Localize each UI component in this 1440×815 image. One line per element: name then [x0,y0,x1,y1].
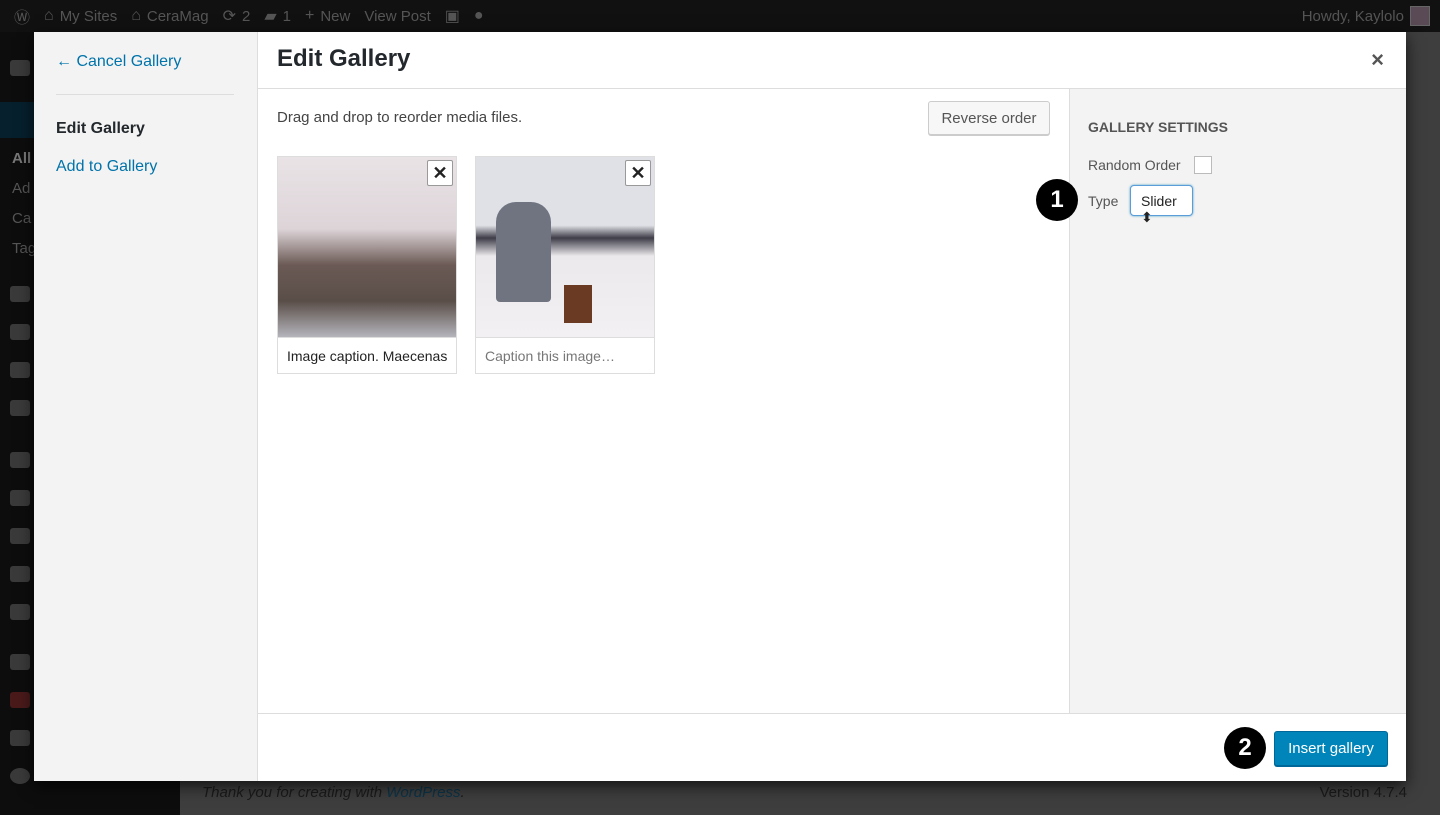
site-name-menu[interactable]: ⌂ CeraMag [131,7,208,25]
gallery-settings-heading: GALLERY SETTINGS [1088,119,1229,135]
close-icon[interactable]: × [1371,47,1384,73]
remove-icon[interactable]: ✕ [427,160,453,186]
footer-thanks: Thank you for creating with [202,784,387,801]
updates-menu[interactable]: ⟳ 2 [223,6,251,26]
comments-icon: ▰ [264,8,277,25]
menu-separator [56,94,234,95]
gallery-attachment[interactable]: Image caption. Maecenas ✕ [277,156,457,374]
menu-item-add-to-gallery[interactable]: Add to Gallery [56,158,157,176]
view-post-link[interactable]: View Post [364,8,430,25]
status-dot-icon[interactable]: ● [474,7,484,25]
media-icon[interactable] [10,286,30,302]
reorder-hint: Drag and drop to reorder media files. [277,109,523,126]
page-title: Edit Gallery [277,45,411,72]
footer-period: . [460,784,465,801]
updates-icon: ⟳ [222,8,236,25]
caption-input[interactable]: Image caption. Maecenas [278,337,456,373]
my-sites-menu[interactable]: ⌂ My Sites [44,7,117,25]
submenu-tags[interactable]: Tag [12,240,36,257]
random-order-label: Random Order [1088,157,1181,173]
admin-bar: Ⓦ ⌂ My Sites ⌂ CeraMag ⟳ 2 ▰ 1 + New View Pos… [0,0,1440,32]
yoast-icon[interactable] [10,654,30,670]
comments-count: 1 [282,7,291,25]
submenu-categories[interactable]: Ca [12,210,31,227]
insert-gallery-button[interactable]: Insert gallery [1274,731,1388,766]
settings-icon[interactable] [10,604,30,620]
comments-menu[interactable]: ▰ 1 [264,6,291,26]
type-label: Type [1088,193,1119,209]
mail-icon[interactable] [10,400,30,416]
step-badge-2: 2 [1224,727,1266,769]
modal-header: Edit Gallery × [258,32,1406,89]
site-name-label: CeraMag [146,7,209,25]
home-icon: ⌂ [131,7,141,24]
plus-icon: + [304,7,315,24]
plugins-icon[interactable] [10,490,30,506]
cancel-gallery-link[interactable]: ← Cancel Gallery [56,53,181,71]
comments-icon[interactable] [10,362,30,378]
submenu-all[interactable]: All [12,150,31,167]
yoast-icon[interactable]: ▣ [445,6,460,26]
gallery-attachment[interactable]: Caption this image… ✕ [475,156,655,374]
wordpress-link[interactable]: WordPress [386,784,460,801]
dashboard-icon[interactable] [10,60,30,76]
reverse-order-button[interactable]: Reverse order [928,101,1050,135]
step-badge-1: 1 [1036,179,1078,221]
pages-icon[interactable] [10,324,30,340]
my-sites-icon: ⌂ [44,7,54,24]
my-sites-label: My Sites [59,7,118,25]
gallery-content: Drag and drop to reorder media files. Re… [258,89,1069,713]
gallery-settings-sidebar: GALLERY SETTINGS Random Order Type Slide… [1069,89,1406,713]
avatar [1410,6,1430,26]
gt-icon[interactable] [10,730,30,746]
updates-count: 2 [241,7,251,25]
plugin-icon[interactable] [10,692,30,708]
submenu-add[interactable]: Ad [12,180,30,197]
admin-footer: Thank you for creating with WordPress. V… [180,781,1440,815]
type-select[interactable]: Slider ⬍ [1130,185,1193,225]
new-label: New [320,7,351,25]
tools-icon[interactable] [10,566,30,582]
menu-item-edit-gallery[interactable]: Edit Gallery [56,120,145,138]
wordpress-logo-icon[interactable]: Ⓦ [14,4,30,28]
collapse-menu-icon[interactable] [10,768,30,784]
users-icon[interactable] [10,528,30,544]
view-post-label: View Post [364,7,431,25]
random-order-checkbox[interactable] [1194,156,1212,174]
media-menu: ← Cancel Gallery Edit Gallery Add to Gal… [34,32,258,781]
remove-icon[interactable]: ✕ [625,160,651,186]
new-content-menu[interactable]: + New [305,7,350,25]
user-menu[interactable]: Howdy, Kaylolo [1302,0,1430,32]
appearance-icon[interactable] [10,452,30,468]
caption-input[interactable]: Caption this image… [476,337,654,373]
version-text: Version 4.7.4 [1319,784,1407,801]
howdy-label: Howdy, Kaylolo [1301,7,1404,25]
edit-gallery-modal: ← Cancel Gallery Edit Gallery Add to Gal… [34,32,1406,781]
